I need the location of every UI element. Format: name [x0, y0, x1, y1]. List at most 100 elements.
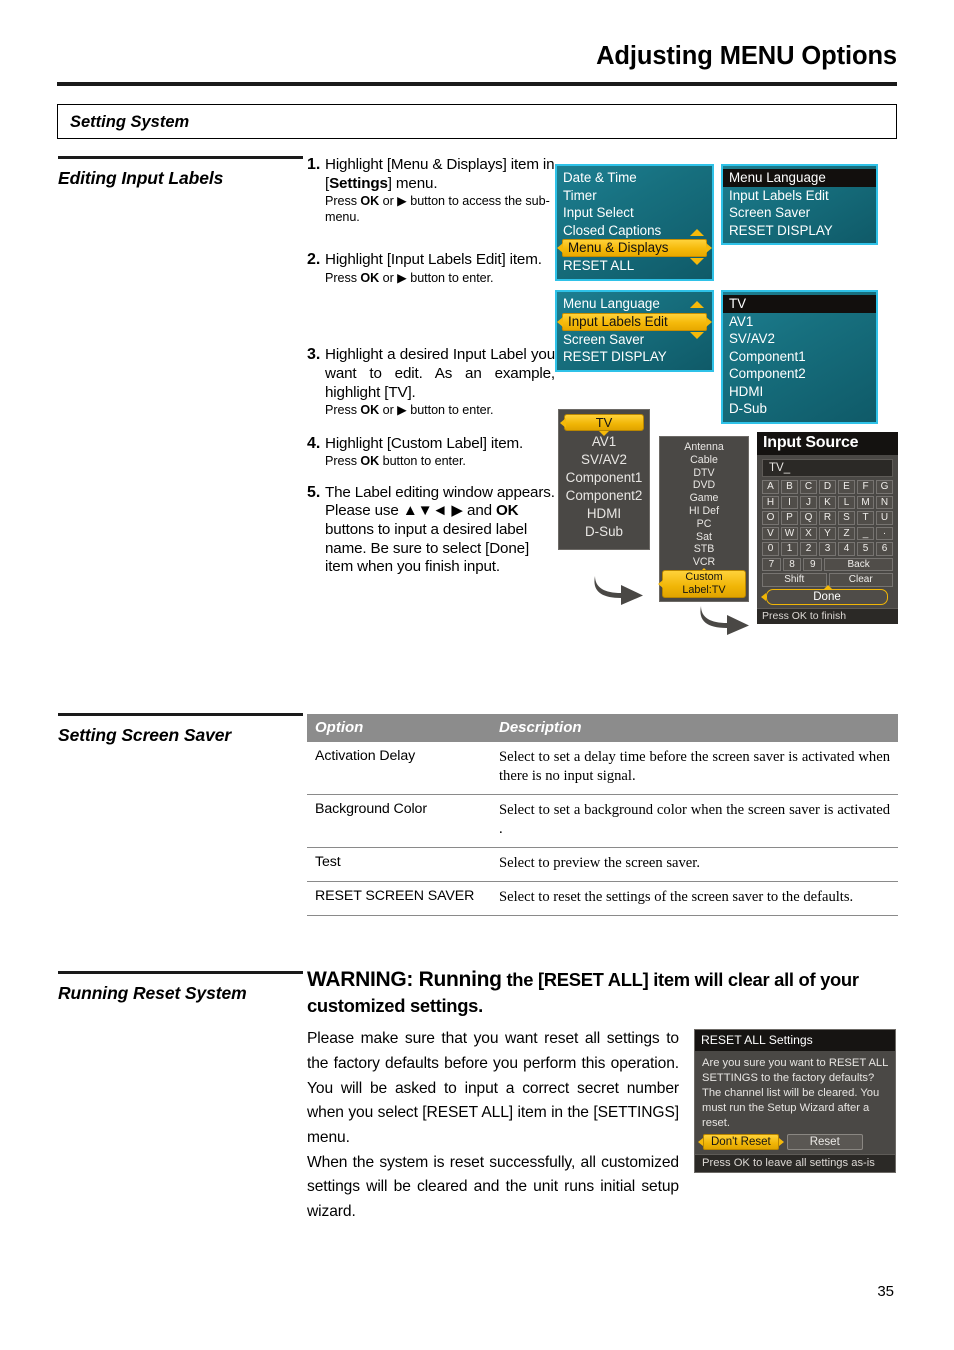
- key-space[interactable]: _: [857, 526, 874, 540]
- key-v[interactable]: V: [762, 526, 779, 540]
- step-1: 1. Highlight [Menu & Displays] item in […: [307, 156, 555, 225]
- key-e[interactable]: E: [838, 480, 855, 494]
- menu-item-date-time[interactable]: Date & Time: [557, 169, 712, 187]
- key-a[interactable]: A: [762, 480, 779, 494]
- column-header-option: Option: [307, 714, 491, 742]
- input-item-dsub[interactable]: D-Sub: [723, 400, 876, 418]
- step-sub-text: Press OK button to enter.: [325, 454, 466, 469]
- label-item-pc[interactable]: PC: [662, 518, 746, 531]
- input-item-component2[interactable]: Component2: [723, 365, 876, 383]
- key-clear[interactable]: Clear: [828, 573, 893, 587]
- key-y[interactable]: Y: [819, 526, 836, 540]
- menu-item-timer[interactable]: Timer: [557, 187, 712, 205]
- key-0[interactable]: 0: [762, 542, 779, 556]
- input-item-label: TV: [595, 415, 613, 430]
- label-item-hidef[interactable]: HI Def: [662, 505, 746, 518]
- key-f[interactable]: F: [857, 480, 874, 494]
- input-item-svav2[interactable]: SV/AV2: [723, 330, 876, 348]
- key-5[interactable]: 5: [857, 542, 874, 556]
- input-item-hdmi[interactable]: HDMI: [723, 383, 876, 401]
- input-item-component1[interactable]: Component1: [723, 348, 876, 366]
- key-z[interactable]: Z: [838, 526, 855, 540]
- section-setting-screen-saver: Setting Screen Saver: [58, 713, 303, 746]
- menu-item-reset-all[interactable]: RESET ALL: [557, 257, 712, 275]
- dont-reset-button[interactable]: Don't Reset: [698, 1134, 784, 1151]
- key-b[interactable]: B: [781, 480, 798, 494]
- key-r[interactable]: R: [819, 511, 836, 525]
- key-4[interactable]: 4: [838, 542, 855, 556]
- right-caret-icon: [706, 316, 712, 327]
- menu-item-menu-displays[interactable]: Menu & Displays: [557, 239, 712, 257]
- key-j[interactable]: J: [800, 495, 817, 509]
- key-l[interactable]: L: [838, 495, 855, 509]
- input-item-tv-highlighted[interactable]: TV: [560, 414, 644, 436]
- key-o[interactable]: O: [762, 511, 779, 525]
- input-item-component1[interactable]: Component1: [562, 469, 646, 487]
- label-text-field[interactable]: TV_: [762, 459, 893, 477]
- menu-item-reset-display[interactable]: RESET DISPLAY: [723, 222, 876, 240]
- label-item-custom-label[interactable]: Custom Label:TV: [658, 569, 746, 598]
- label-item-cable[interactable]: Cable: [662, 454, 746, 467]
- warning-paragraph-1: Please make sure that you want reset all…: [307, 1030, 679, 1146]
- key-k[interactable]: K: [819, 495, 836, 509]
- menu-item-closed-captions[interactable]: Closed Captions: [557, 222, 712, 240]
- section-title: Editing Input Labels: [58, 168, 224, 189]
- left-caret-icon: [698, 1138, 703, 1147]
- key-w[interactable]: W: [781, 526, 798, 540]
- label-item-game[interactable]: Game: [662, 492, 746, 505]
- key-2[interactable]: 2: [800, 542, 817, 556]
- key-x[interactable]: X: [800, 526, 817, 540]
- key-q[interactable]: Q: [800, 511, 817, 525]
- label-item-antenna[interactable]: Antenna: [662, 441, 746, 454]
- key-m[interactable]: M: [857, 495, 874, 509]
- label-item-dvd[interactable]: DVD: [662, 479, 746, 492]
- input-item-component2[interactable]: Component2: [562, 487, 646, 505]
- right-caret-icon: [778, 1138, 784, 1147]
- menu-item-screen-saver[interactable]: Screen Saver: [557, 331, 712, 349]
- key-s[interactable]: S: [838, 511, 855, 525]
- key-6[interactable]: 6: [876, 542, 893, 556]
- menu-item-input-labels-edit[interactable]: Input Labels Edit: [723, 187, 876, 205]
- input-item-hdmi[interactable]: HDMI: [562, 505, 646, 523]
- label-item-stb[interactable]: STB: [662, 543, 746, 556]
- key-g[interactable]: G: [876, 480, 893, 494]
- menu-item-screen-saver[interactable]: Screen Saver: [723, 204, 876, 222]
- key-back[interactable]: Back: [824, 557, 894, 571]
- key-7[interactable]: 7: [762, 557, 781, 571]
- key-3[interactable]: 3: [819, 542, 836, 556]
- key-i[interactable]: I: [781, 495, 798, 509]
- key-p[interactable]: P: [781, 511, 798, 525]
- input-item-svav2[interactable]: SV/AV2: [562, 451, 646, 469]
- label-item-dtv[interactable]: DTV: [662, 467, 746, 480]
- reset-button[interactable]: Reset: [786, 1134, 863, 1151]
- key-u[interactable]: U: [876, 511, 893, 525]
- input-item-dsub[interactable]: D-Sub: [562, 523, 646, 541]
- key-apostrophe[interactable]: ·: [876, 526, 893, 540]
- key-n[interactable]: N: [876, 495, 893, 509]
- key-9[interactable]: 9: [803, 557, 823, 571]
- key-shift[interactable]: Shift: [762, 573, 827, 587]
- done-button[interactable]: Done: [766, 588, 888, 605]
- key-8[interactable]: 8: [782, 557, 802, 571]
- keyboard-done-row: Done: [761, 584, 893, 605]
- key-h[interactable]: H: [762, 495, 779, 509]
- menu-item-reset-display[interactable]: RESET DISPLAY: [557, 348, 712, 366]
- input-item-av1[interactable]: AV1: [723, 313, 876, 331]
- input-item-tv[interactable]: TV: [723, 295, 876, 313]
- key-t[interactable]: T: [857, 511, 874, 525]
- key-d[interactable]: D: [819, 480, 836, 494]
- label-item-text: VCR: [692, 556, 716, 569]
- label-item-sat[interactable]: Sat: [662, 531, 746, 544]
- menu-item-input-select[interactable]: Input Select: [557, 204, 712, 222]
- section-running-reset-system: Running Reset System: [58, 971, 303, 1004]
- keyboard-row-6: 7 8 9 Back: [762, 557, 894, 571]
- menu-item-menu-language[interactable]: Menu Language: [557, 295, 712, 313]
- menu-item-menu-language[interactable]: Menu Language: [723, 169, 876, 187]
- section-title: Setting Screen Saver: [58, 725, 232, 746]
- key-c[interactable]: C: [800, 480, 817, 494]
- section-title: Running Reset System: [58, 983, 247, 1004]
- step-4: 4. Highlight [Custom Label] item. Press …: [307, 435, 555, 470]
- menu-item-input-labels-edit[interactable]: Input Labels Edit: [557, 312, 712, 331]
- label-item-vcr[interactable]: VCR: [662, 556, 746, 572]
- key-1[interactable]: 1: [781, 542, 798, 556]
